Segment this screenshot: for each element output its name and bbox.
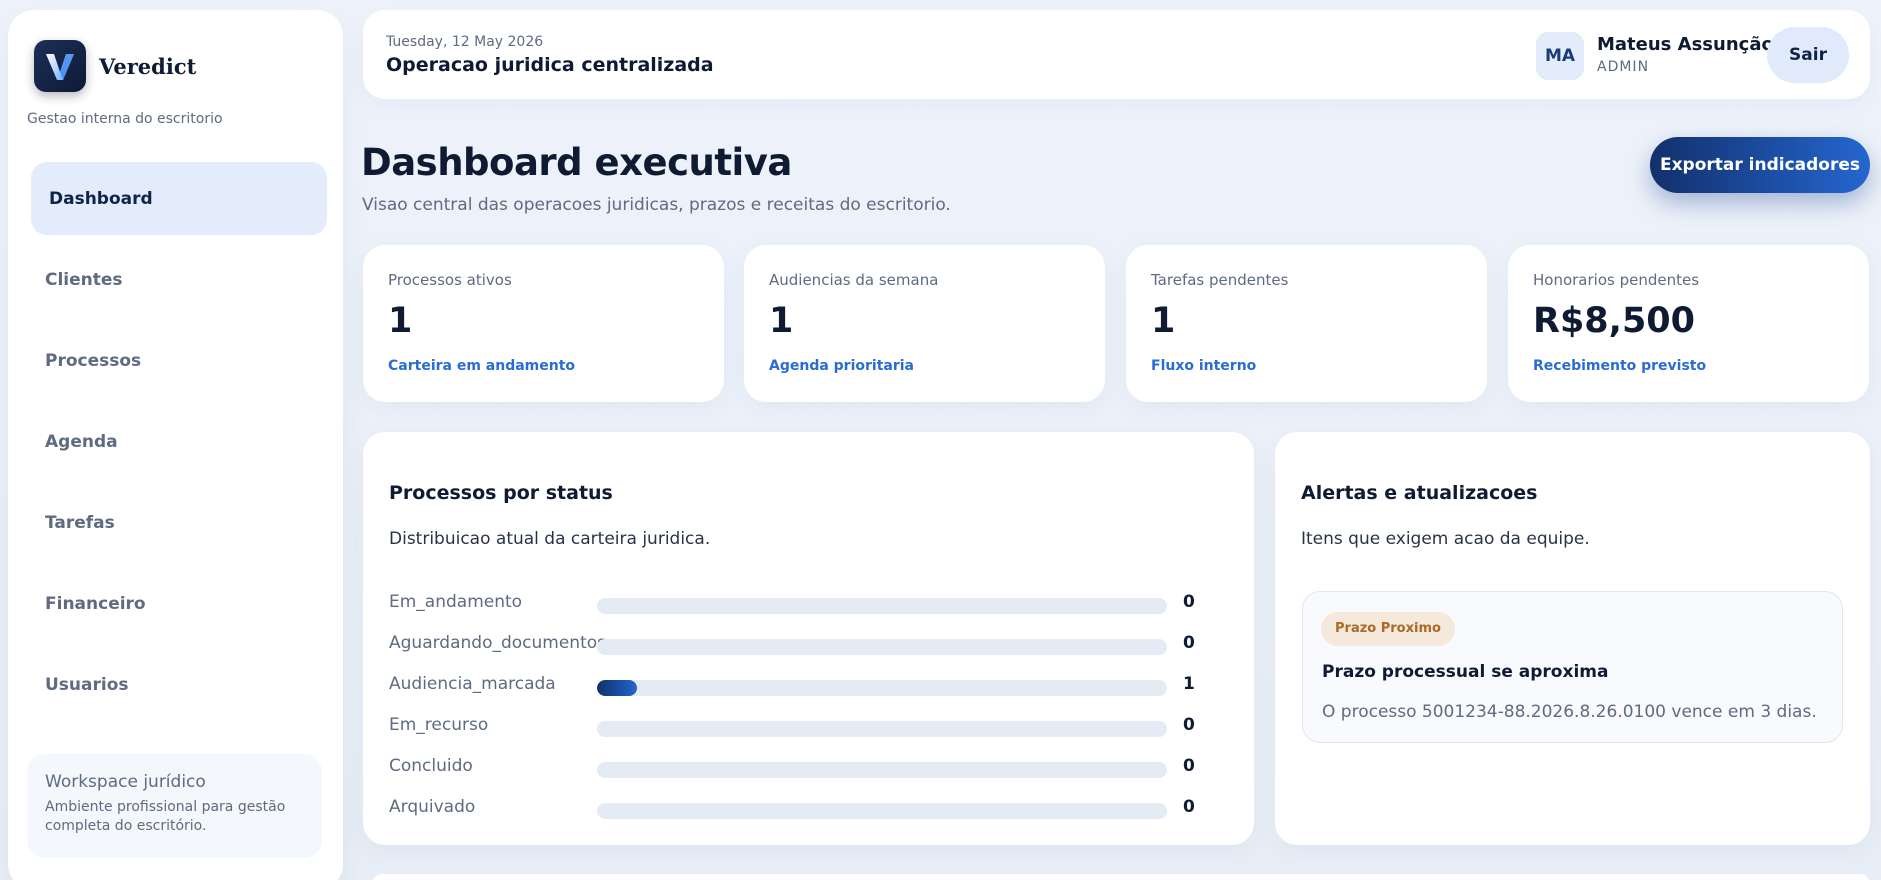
status-bar-fill (597, 680, 637, 696)
status-bar-track (597, 639, 1167, 655)
status-row-audiencia-marcada: Audiencia_marcada 1 (389, 673, 1229, 697)
alert-title: Prazo processual se aproxima (1322, 662, 1609, 682)
kpi-value: R$8,500 (1533, 301, 1696, 341)
sidebar-item-agenda[interactable]: Agenda (31, 405, 327, 478)
sidebar-item-label: Tarefas (45, 512, 115, 533)
sidebar-item-processos[interactable]: Processos (31, 324, 327, 397)
status-label: Aguardando_documentos (389, 633, 607, 653)
kpi-label: Audiencias da semana (769, 271, 939, 289)
status-count: 0 (1183, 756, 1195, 776)
status-label: Em_andamento (389, 592, 523, 612)
kpi-card-tarefas: Tarefas pendentes 1 Fluxo interno (1126, 245, 1487, 402)
status-row-arquivado: Arquivado 0 (389, 796, 1229, 820)
kpi-label: Processos ativos (388, 271, 512, 289)
status-count: 0 (1183, 633, 1195, 653)
status-badge: Prazo Proximo (1321, 612, 1455, 646)
sidebar-item-label: Clientes (45, 269, 123, 290)
kpi-value: 1 (388, 301, 413, 341)
status-bar-track (597, 680, 1167, 696)
sidebar-item-label: Agenda (45, 431, 118, 452)
logout-button[interactable]: Sair (1767, 27, 1849, 83)
sidebar-item-label: Dashboard (49, 188, 153, 209)
brand[interactable]: Veredict (34, 40, 196, 92)
kpi-note: Recebimento previsto (1533, 358, 1707, 374)
page-title: Dashboard executiva (361, 141, 792, 184)
status-count: 0 (1183, 592, 1195, 612)
status-label: Arquivado (389, 797, 476, 817)
status-row-em-recurso: Em_recurso 0 (389, 714, 1229, 738)
kpi-card-honorarios: Honorarios pendentes R$8,500 Recebimento… (1508, 245, 1869, 402)
alerts-panel: Alertas e atualizacoes Itens que exigem … (1275, 432, 1870, 845)
status-bar-track (597, 762, 1167, 778)
kpi-note: Carteira em andamento (388, 358, 576, 374)
brand-subtitle: Gestao interna do escritorio (27, 111, 223, 127)
topbar-title: Operacao juridica centralizada (386, 54, 714, 76)
sidebar: Veredict Gestao interna do escritorio Da… (8, 10, 343, 880)
kpi-card-audiencias: Audiencias da semana 1 Agenda prioritari… (744, 245, 1105, 402)
sidebar-item-dashboard[interactable]: Dashboard (31, 162, 327, 235)
workspace-title: Workspace jurídico (45, 772, 206, 792)
v-logo-glyph-icon (46, 54, 74, 80)
kpi-card-processos-ativos: Processos ativos 1 Carteira em andamento (363, 245, 724, 402)
status-label: Audiencia_marcada (389, 674, 556, 694)
kpi-note: Fluxo interno (1151, 358, 1257, 374)
status-count: 0 (1183, 797, 1195, 817)
status-panel: Processos por status Distribuicao atual … (363, 432, 1254, 845)
topbar: Tuesday, 12 May 2026 Operacao juridica c… (363, 10, 1870, 99)
page-subtitle: Visao central das operacoes juridicas, p… (362, 195, 951, 215)
sidebar-item-tarefas[interactable]: Tarefas (31, 486, 327, 559)
sidebar-item-financeiro[interactable]: Financeiro (31, 567, 327, 640)
sidebar-item-label: Financeiro (45, 593, 146, 614)
status-label: Em_recurso (389, 715, 489, 735)
current-date: Tuesday, 12 May 2026 (386, 34, 544, 50)
sidebar-item-usuarios[interactable]: Usuarios (31, 648, 327, 721)
kpi-label: Honorarios pendentes (1533, 271, 1700, 289)
status-count: 1 (1183, 674, 1195, 694)
user-role: ADMIN (1597, 59, 1650, 75)
avatar[interactable]: MA (1536, 32, 1584, 80)
status-row-concluido: Concluido 0 (389, 755, 1229, 779)
workspace-card: Workspace jurídico Ambiente profissional… (27, 754, 322, 858)
status-row-aguardando-documentos: Aguardando_documentos 0 (389, 632, 1229, 656)
veredict-logo-icon (34, 40, 86, 92)
kpi-label: Tarefas pendentes (1151, 271, 1289, 289)
status-panel-title: Processos por status (389, 482, 613, 504)
alert-text: O processo 5001234-88.2026.8.26.0100 ven… (1322, 702, 1817, 722)
next-section-card (372, 874, 1870, 880)
alerts-panel-subtitle: Itens que exigem acao da equipe. (1301, 529, 1590, 549)
status-count: 0 (1183, 715, 1195, 735)
export-indicators-button[interactable]: Exportar indicadores (1650, 137, 1870, 193)
kpi-value: 1 (769, 301, 794, 341)
sidebar-item-label: Processos (45, 350, 142, 371)
kpi-note: Agenda prioritaria (769, 358, 914, 374)
status-row-em-andamento: Em_andamento 0 (389, 591, 1229, 615)
sidebar-item-clientes[interactable]: Clientes (31, 243, 327, 316)
status-panel-subtitle: Distribuicao atual da carteira juridica. (389, 529, 711, 549)
status-bar-track (597, 721, 1167, 737)
brand-name: Veredict (99, 53, 197, 79)
kpi-value: 1 (1151, 301, 1176, 341)
status-label: Concluido (389, 756, 473, 776)
alert-card[interactable]: Prazo Proximo Prazo processual se aproxi… (1302, 591, 1843, 743)
status-bar-track (597, 803, 1167, 819)
status-bar-track (597, 598, 1167, 614)
alerts-panel-title: Alertas e atualizacoes (1301, 482, 1538, 504)
workspace-description: Ambiente profissional para gestão comple… (45, 799, 286, 834)
sidebar-item-label: Usuarios (45, 674, 129, 695)
sidebar-nav: Dashboard Clientes Processos Agenda Tare… (31, 162, 327, 729)
user-name: Mateus Assunção (1597, 34, 1774, 55)
